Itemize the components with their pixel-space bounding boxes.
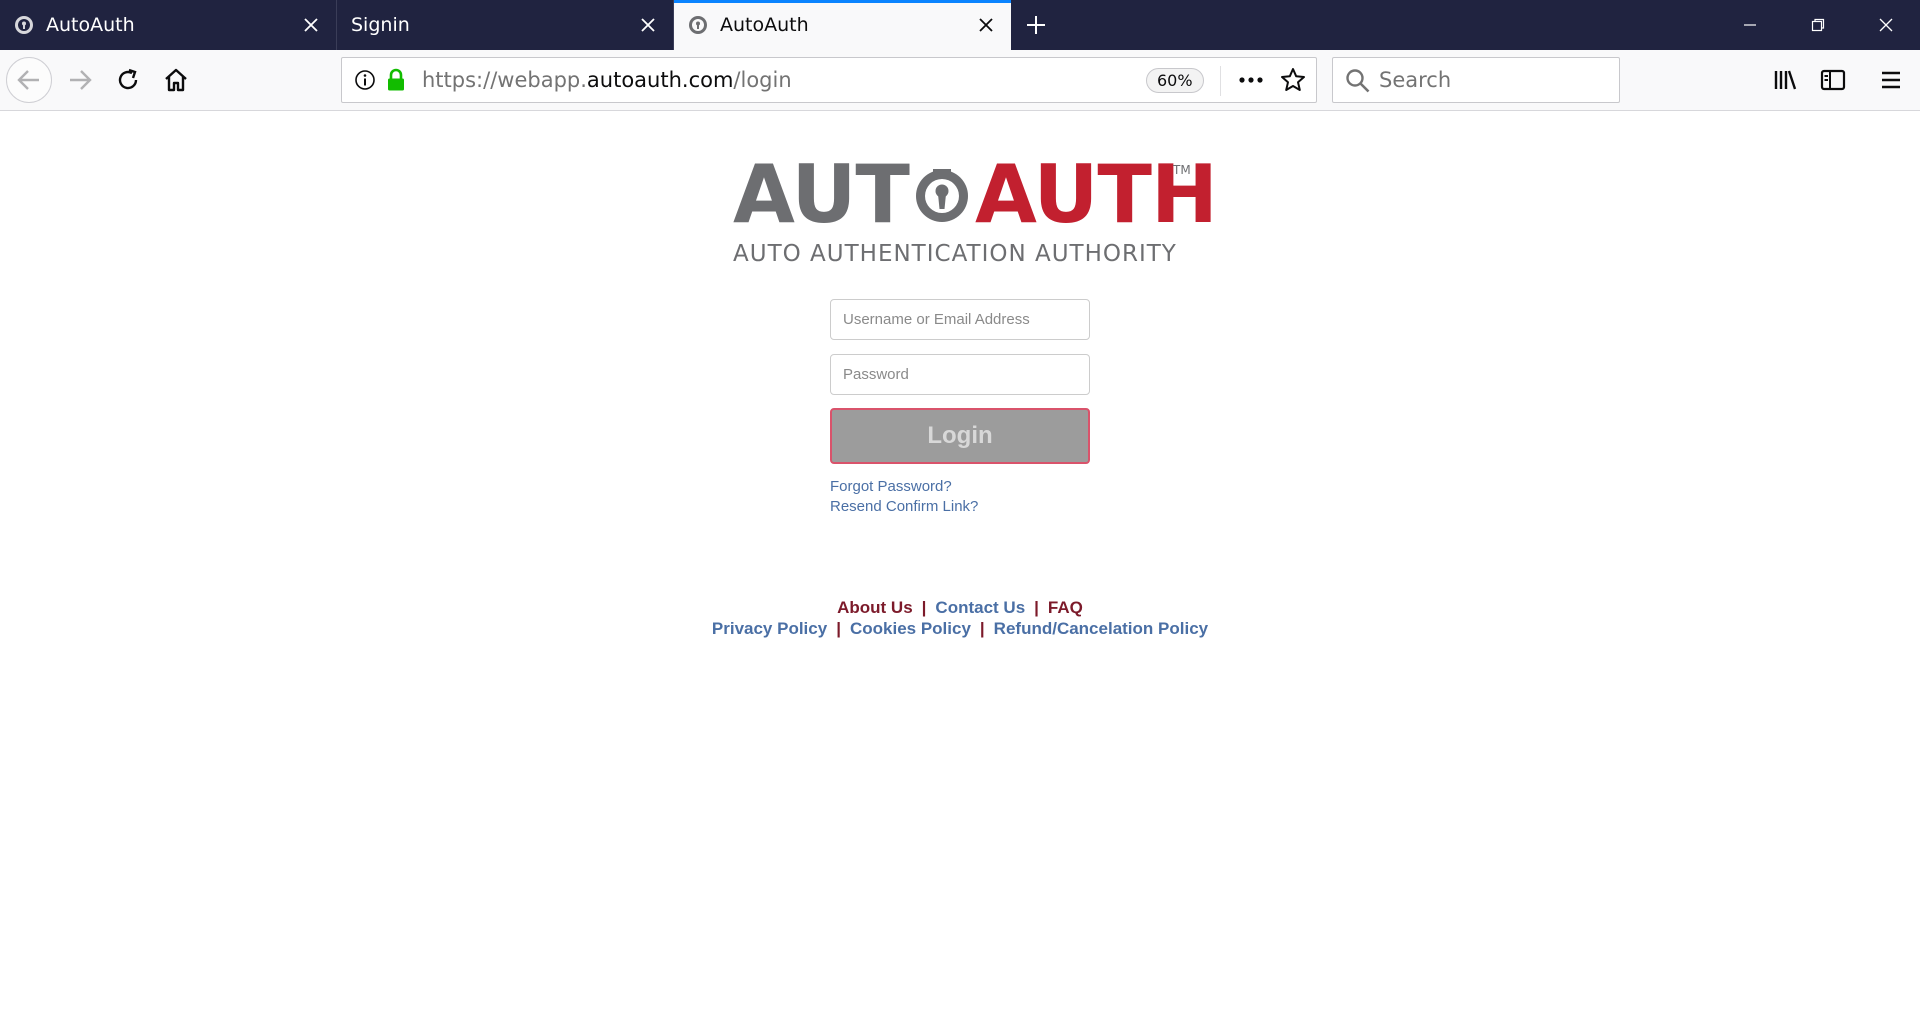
sidebar-icon (1820, 69, 1846, 91)
cookies-policy-link[interactable]: Cookies Policy (850, 619, 971, 638)
page-content: AUT AUTH TM AUTO AUTHENTICATION AUTHORITY… (0, 111, 1920, 1020)
autoauth-logo: AUT AUTH TM AUTO AUTHENTICATION AUTHORITY (733, 155, 1218, 268)
bookmark-star-icon[interactable] (1280, 67, 1306, 93)
back-button[interactable] (6, 57, 52, 103)
info-icon[interactable] (354, 69, 376, 91)
sidebar-toggle-button[interactable] (1810, 57, 1856, 103)
footer-separator: | (979, 619, 985, 638)
url-prefix: https://webapp. (422, 68, 587, 92)
resend-confirm-link[interactable]: Resend Confirm Link? (830, 498, 978, 515)
username-input[interactable] (830, 299, 1090, 340)
close-tab-icon[interactable] (971, 10, 1001, 40)
hamburger-menu-icon (1882, 71, 1900, 89)
footer-links-policies: Privacy Policy | Cookies Policy | Refund/Can… (0, 619, 1920, 639)
page-actions-ellipsis-icon[interactable] (1237, 68, 1265, 92)
home-icon (165, 68, 187, 92)
restore-button[interactable] (1784, 0, 1852, 50)
refund-policy-link[interactable]: Refund/Cancelation Policy (994, 619, 1208, 638)
trademark-symbol: TM (1173, 163, 1191, 177)
autoauth-favicon-icon (15, 16, 33, 34)
zoom-level-badge[interactable]: 60% (1146, 68, 1204, 93)
minimize-button[interactable] (1716, 0, 1784, 50)
logo-tagline: AUTO AUTHENTICATION AUTHORITY (733, 241, 1177, 267)
footer-separator: | (1034, 598, 1039, 617)
url-host: autoauth.com (586, 68, 734, 92)
search-icon (1346, 69, 1370, 93)
footer-links-primary: About Us | Contact Us | FAQ (0, 598, 1920, 618)
tab-title: AutoAuth (46, 14, 135, 36)
plus-icon (1027, 16, 1045, 34)
urlbar-divider (1220, 66, 1221, 96)
keyhole-logo-icon (915, 169, 968, 222)
reload-button[interactable] (105, 57, 151, 103)
url-path: /login (733, 68, 792, 92)
login-button[interactable]: Login (830, 408, 1090, 464)
tab-strip: AutoAuth Signin AutoAuth (0, 0, 1920, 50)
window-controls (1716, 0, 1920, 50)
restore-icon (1811, 18, 1825, 32)
tab-signin[interactable]: Signin (337, 0, 674, 50)
password-input[interactable] (830, 354, 1090, 395)
logo-auto-text: AUT (733, 148, 910, 241)
address-bar[interactable]: https://webapp.autoauth.com/login 60% (341, 57, 1317, 103)
contact-us-link[interactable]: Contact Us (935, 598, 1025, 617)
home-button[interactable] (153, 57, 199, 103)
tab-autoauth-active[interactable]: AutoAuth (674, 0, 1011, 50)
new-tab-button[interactable] (1011, 0, 1061, 50)
menu-button[interactable] (1868, 57, 1914, 103)
footer-separator: | (836, 619, 841, 638)
forgot-password-link[interactable]: Forgot Password? (830, 478, 952, 495)
close-window-button[interactable] (1852, 0, 1920, 50)
privacy-policy-link[interactable]: Privacy Policy (712, 619, 827, 638)
search-bar[interactable]: Search (1332, 57, 1620, 103)
url-text: https://webapp.autoauth.com/login (422, 68, 792, 92)
logo-auth-text: AUTH (974, 148, 1218, 241)
footer-separator: | (921, 598, 927, 617)
tab-title: Signin (351, 14, 410, 36)
about-us-link[interactable]: About Us (837, 598, 913, 617)
arrow-left-icon (17, 70, 39, 90)
autoauth-favicon-icon (689, 16, 707, 34)
close-tab-icon[interactable] (633, 10, 663, 40)
logo-wordmark: AUT AUTH (733, 155, 1218, 235)
reload-icon (118, 68, 138, 90)
forward-button[interactable] (57, 57, 103, 103)
arrow-right-icon (70, 70, 92, 90)
close-tab-icon[interactable] (296, 10, 326, 40)
close-icon (1879, 18, 1893, 32)
lock-icon[interactable] (386, 68, 406, 92)
tab-autoauth-1[interactable]: AutoAuth (0, 0, 337, 50)
tab-title: AutoAuth (720, 14, 809, 36)
minimize-icon (1744, 24, 1756, 26)
library-button[interactable] (1762, 57, 1808, 103)
search-placeholder: Search (1379, 68, 1452, 92)
faq-link[interactable]: FAQ (1048, 598, 1083, 617)
navigation-toolbar: https://webapp.autoauth.com/login 60% Se… (0, 50, 1920, 111)
library-icon (1774, 70, 1797, 90)
